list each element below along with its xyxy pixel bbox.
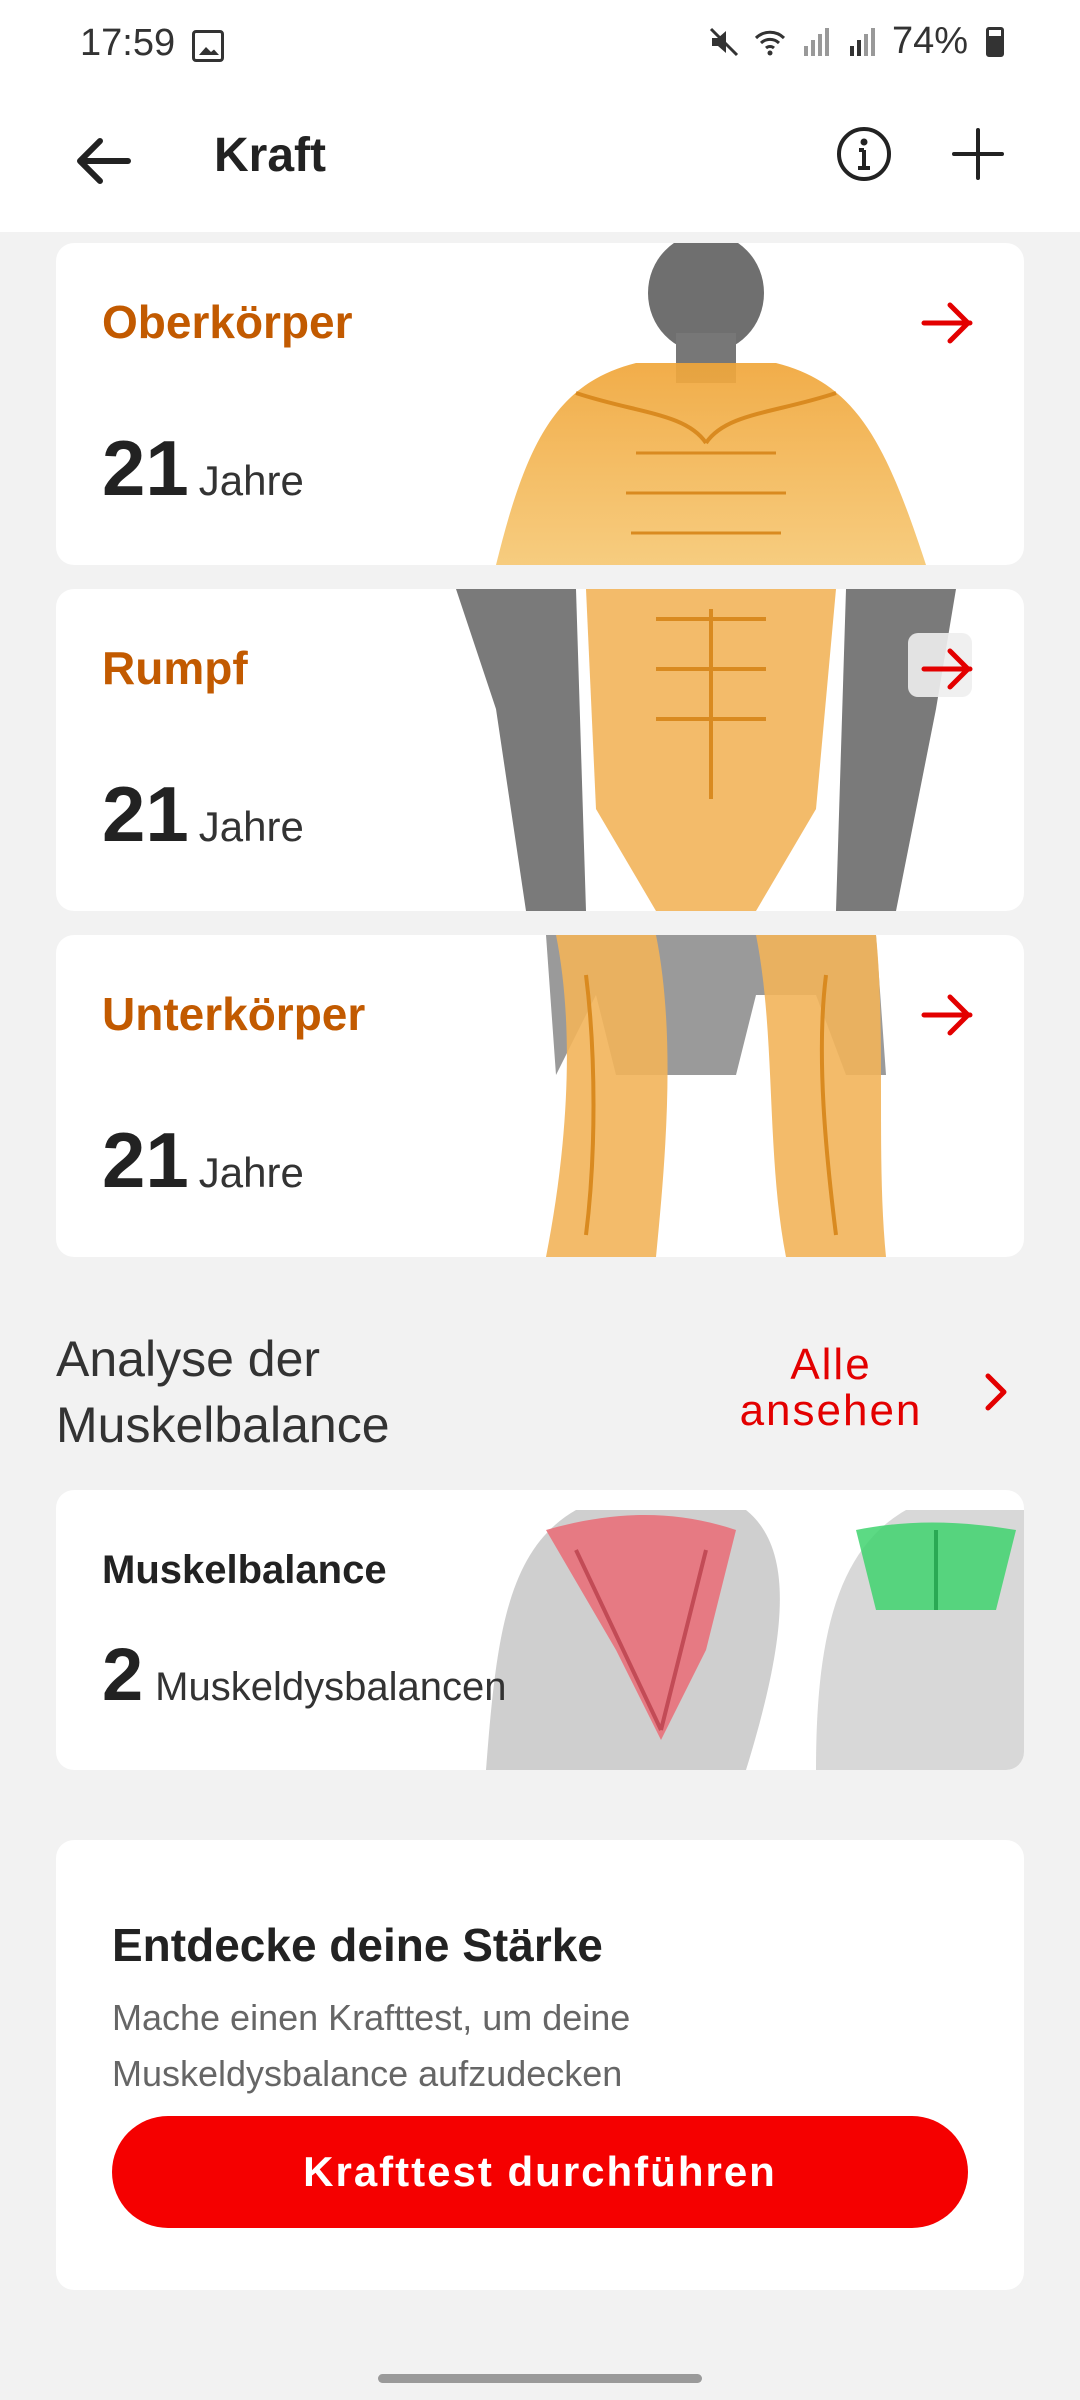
card-title: Oberkörper	[102, 296, 353, 348]
card-title: Unterkörper	[102, 988, 366, 1040]
card-unterkoerper[interactable]: Unterkörper 21 Jahre	[56, 935, 1024, 1257]
arrow-right-icon[interactable]	[920, 645, 978, 693]
status-icons: 74%	[708, 20, 1004, 63]
signal-icon	[803, 27, 829, 56]
lower-body-muscle-image	[546, 935, 886, 1257]
page-title: Kraft	[214, 129, 327, 182]
core-muscle-image	[456, 589, 972, 911]
discover-strength-card: Entdecke deine Stärke Mache einen Kraftt…	[56, 1840, 1024, 2290]
signal-icon-2	[849, 27, 875, 56]
chevron-right-icon[interactable]	[978, 1370, 1014, 1414]
info-icon[interactable]	[834, 124, 894, 184]
wifi-icon	[754, 30, 785, 55]
section-title: Analyse der Muskelbalance	[56, 1331, 390, 1453]
age-value: 21 Jahre	[102, 424, 304, 512]
imbalance-count: 2 Muskeldysbalancen	[102, 1633, 507, 1716]
card-oberkoerper[interactable]: Oberkörper 21 Jahre	[56, 243, 1024, 565]
back-arrow-icon[interactable]	[68, 126, 138, 196]
app-bar: Kraft	[0, 92, 1080, 232]
card-description: Mache einen Krafttest, um deine Muskeldy…	[112, 1997, 631, 2094]
card-title: Rumpf	[102, 642, 248, 694]
age-value: 21 Jahre	[102, 1116, 304, 1204]
mute-icon	[709, 27, 738, 56]
home-indicator[interactable]	[378, 2374, 702, 2383]
card-rumpf[interactable]: Rumpf 21 Jahre	[56, 589, 1024, 911]
upper-body-muscle-image	[496, 243, 926, 565]
see-all-link[interactable]: Alle ansehen	[736, 1342, 926, 1434]
battery-percent: 74%	[891, 20, 968, 62]
age-value: 21 Jahre	[102, 770, 304, 858]
start-strength-test-button[interactable]: Krafttest durchführen	[112, 2116, 968, 2228]
card-title: Entdecke deine Stärke	[112, 1919, 603, 1971]
status-bar: 17:59 74%	[0, 0, 1080, 92]
arrow-right-icon[interactable]	[920, 991, 978, 1039]
arrow-right-icon[interactable]	[920, 299, 978, 347]
gallery-notification-icon	[192, 30, 224, 62]
card-title: Muskelbalance	[102, 1548, 387, 1592]
muscle-balance-image	[486, 1510, 1024, 1770]
muscle-balance-card[interactable]: Muskelbalance 2 Muskeldysbalancen	[56, 1490, 1024, 1770]
add-icon[interactable]	[948, 124, 1008, 184]
battery-icon	[986, 26, 1004, 57]
status-time: 17:59	[80, 22, 176, 64]
